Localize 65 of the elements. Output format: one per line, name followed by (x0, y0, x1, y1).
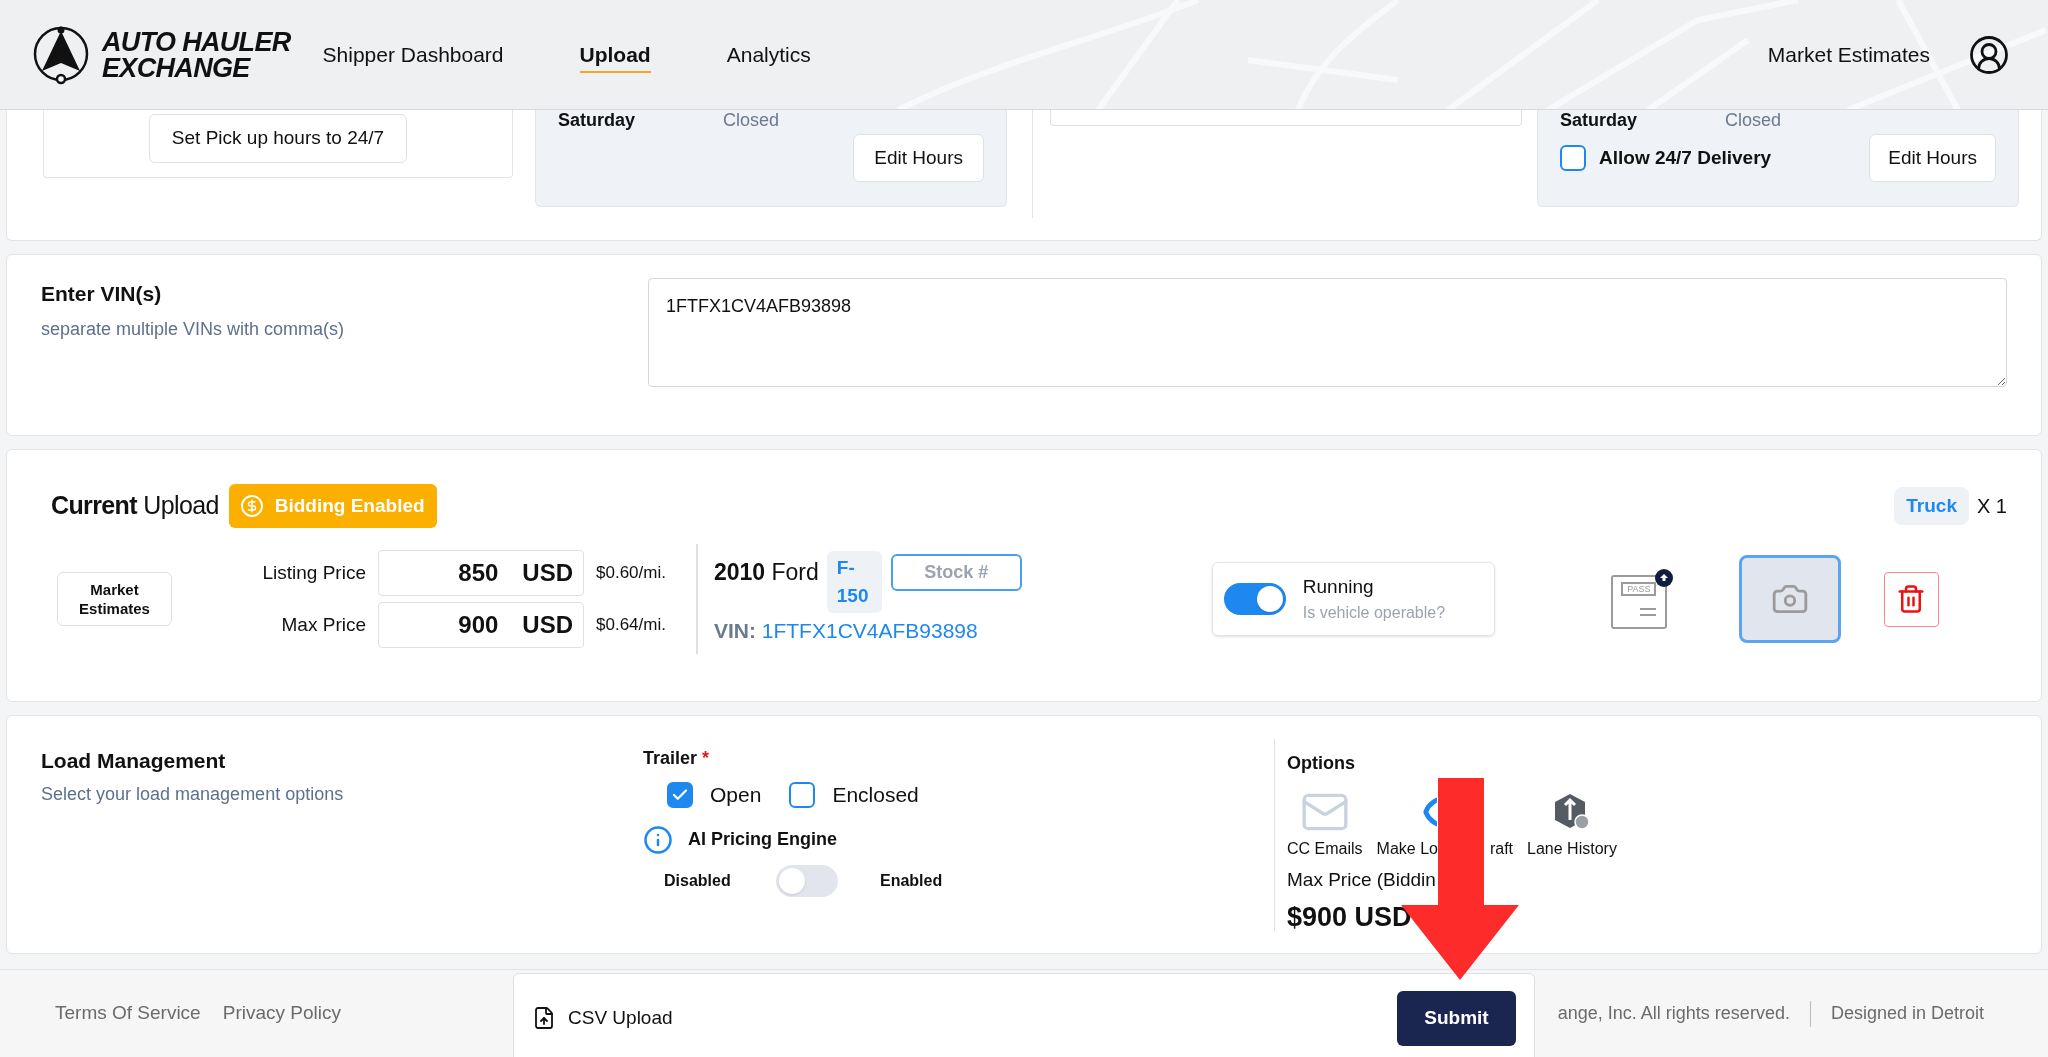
section-hint: separate multiple VINs with comma(s) (41, 317, 346, 341)
toggle-hint: Is vehicle operable? (1302, 603, 1446, 624)
checkbox[interactable] (667, 781, 693, 808)
price-label: Max Price (280, 612, 367, 637)
checkbox-label: Open (710, 782, 762, 808)
toggle-on-label: Enabled (880, 870, 943, 891)
set-hours-button[interactable]: Set Pick up hours to 24/7 (148, 114, 408, 163)
model-tag: F-150 (826, 551, 882, 614)
vehicle-count: X 1 (1976, 494, 2007, 519)
hours-status: Closed (1725, 110, 1782, 130)
vin-number: VIN: 1FTFX1CV4AFB93898 (713, 618, 979, 645)
option-label[interactable]: Make Lo raft (1376, 837, 1514, 861)
vehicle-type-tag: Truck (1894, 487, 1969, 525)
info-icon[interactable] (643, 824, 673, 855)
section-label: Options (1287, 752, 1356, 775)
edit-hours-button[interactable]: Edit Hours (853, 134, 984, 182)
nav-link[interactable]: Upload (579, 38, 651, 74)
price-per-mile: $0.64/mi. (596, 614, 666, 637)
section-hint: Select your load management options (41, 782, 345, 806)
logo-wordmark: AUTO HAULER (102, 28, 291, 55)
bidding-badge: Bidding Enabled (228, 484, 437, 528)
vin-input-field[interactable]: 1FTFX1CV4AFB93898 (648, 278, 2007, 387)
checkbox[interactable] (1560, 145, 1586, 171)
price-input-field[interactable]: 850 USD (378, 550, 584, 596)
logo-wordmark: EXCHANGE (102, 54, 252, 81)
photo-button[interactable] (1738, 555, 1841, 643)
edit-hours-button[interactable]: Edit Hours (1869, 134, 1996, 182)
checkbox-label: Enclosed (832, 782, 919, 808)
day-label: Saturday (1560, 110, 1638, 130)
max-price-value: $900 USD (1287, 900, 1413, 934)
price-label: Listing Price (261, 560, 367, 585)
option-label[interactable]: Lane History (1527, 837, 1617, 861)
toggle-off-label: Disabled (664, 870, 732, 891)
dollar-icon (240, 495, 263, 517)
section-title: Enter VIN(s) (41, 281, 163, 307)
delete-button[interactable] (1883, 571, 1939, 627)
copyright-text: ange, Inc. All rights reserved. (1557, 1002, 1790, 1025)
field-label: Trailer * (643, 747, 711, 770)
logo-icon (32, 24, 90, 85)
submit-button[interactable]: Submit (1397, 990, 1516, 1046)
running-toggle[interactable] (1223, 583, 1286, 615)
footer-credit: Designed in Detroit (1830, 1002, 1984, 1025)
file-upload-icon[interactable] (532, 1006, 556, 1030)
nav-link[interactable]: Shipper Dashboard (322, 38, 504, 71)
checkbox-label: Allow 24/7 Delivery (1599, 145, 1772, 170)
vehicle-title: 2010 Ford (713, 558, 819, 588)
price-input-field[interactable]: 900 USD (378, 602, 584, 648)
toggle-label: AI Pricing Engine (688, 828, 838, 851)
user-avatar-icon[interactable] (1968, 33, 2010, 76)
hours-status: Closed (723, 110, 780, 130)
csv-upload-link[interactable]: CSV Upload (568, 1003, 673, 1033)
market-estimates-button[interactable]: Market Estimates (57, 572, 172, 626)
toggle-label: Running (1302, 574, 1375, 599)
day-label: Saturday (558, 110, 636, 130)
ai-pricing-toggle[interactable] (776, 864, 838, 897)
max-price-label: Max Price (Biddin (1287, 868, 1437, 892)
nav-link[interactable]: Analytics (726, 38, 811, 71)
footer-link[interactable]: Terms Of Service (55, 999, 201, 1028)
option-label[interactable]: CC Emails (1287, 837, 1363, 861)
price-per-mile: $0.60/mi. (596, 562, 666, 585)
section-title: Load Management (41, 748, 227, 774)
footer-link[interactable]: Privacy Policy (222, 999, 341, 1028)
checkbox[interactable] (789, 781, 816, 808)
section-title: Current Upload (51, 490, 219, 522)
nav-link[interactable]: Market Estimates (1767, 38, 1930, 71)
